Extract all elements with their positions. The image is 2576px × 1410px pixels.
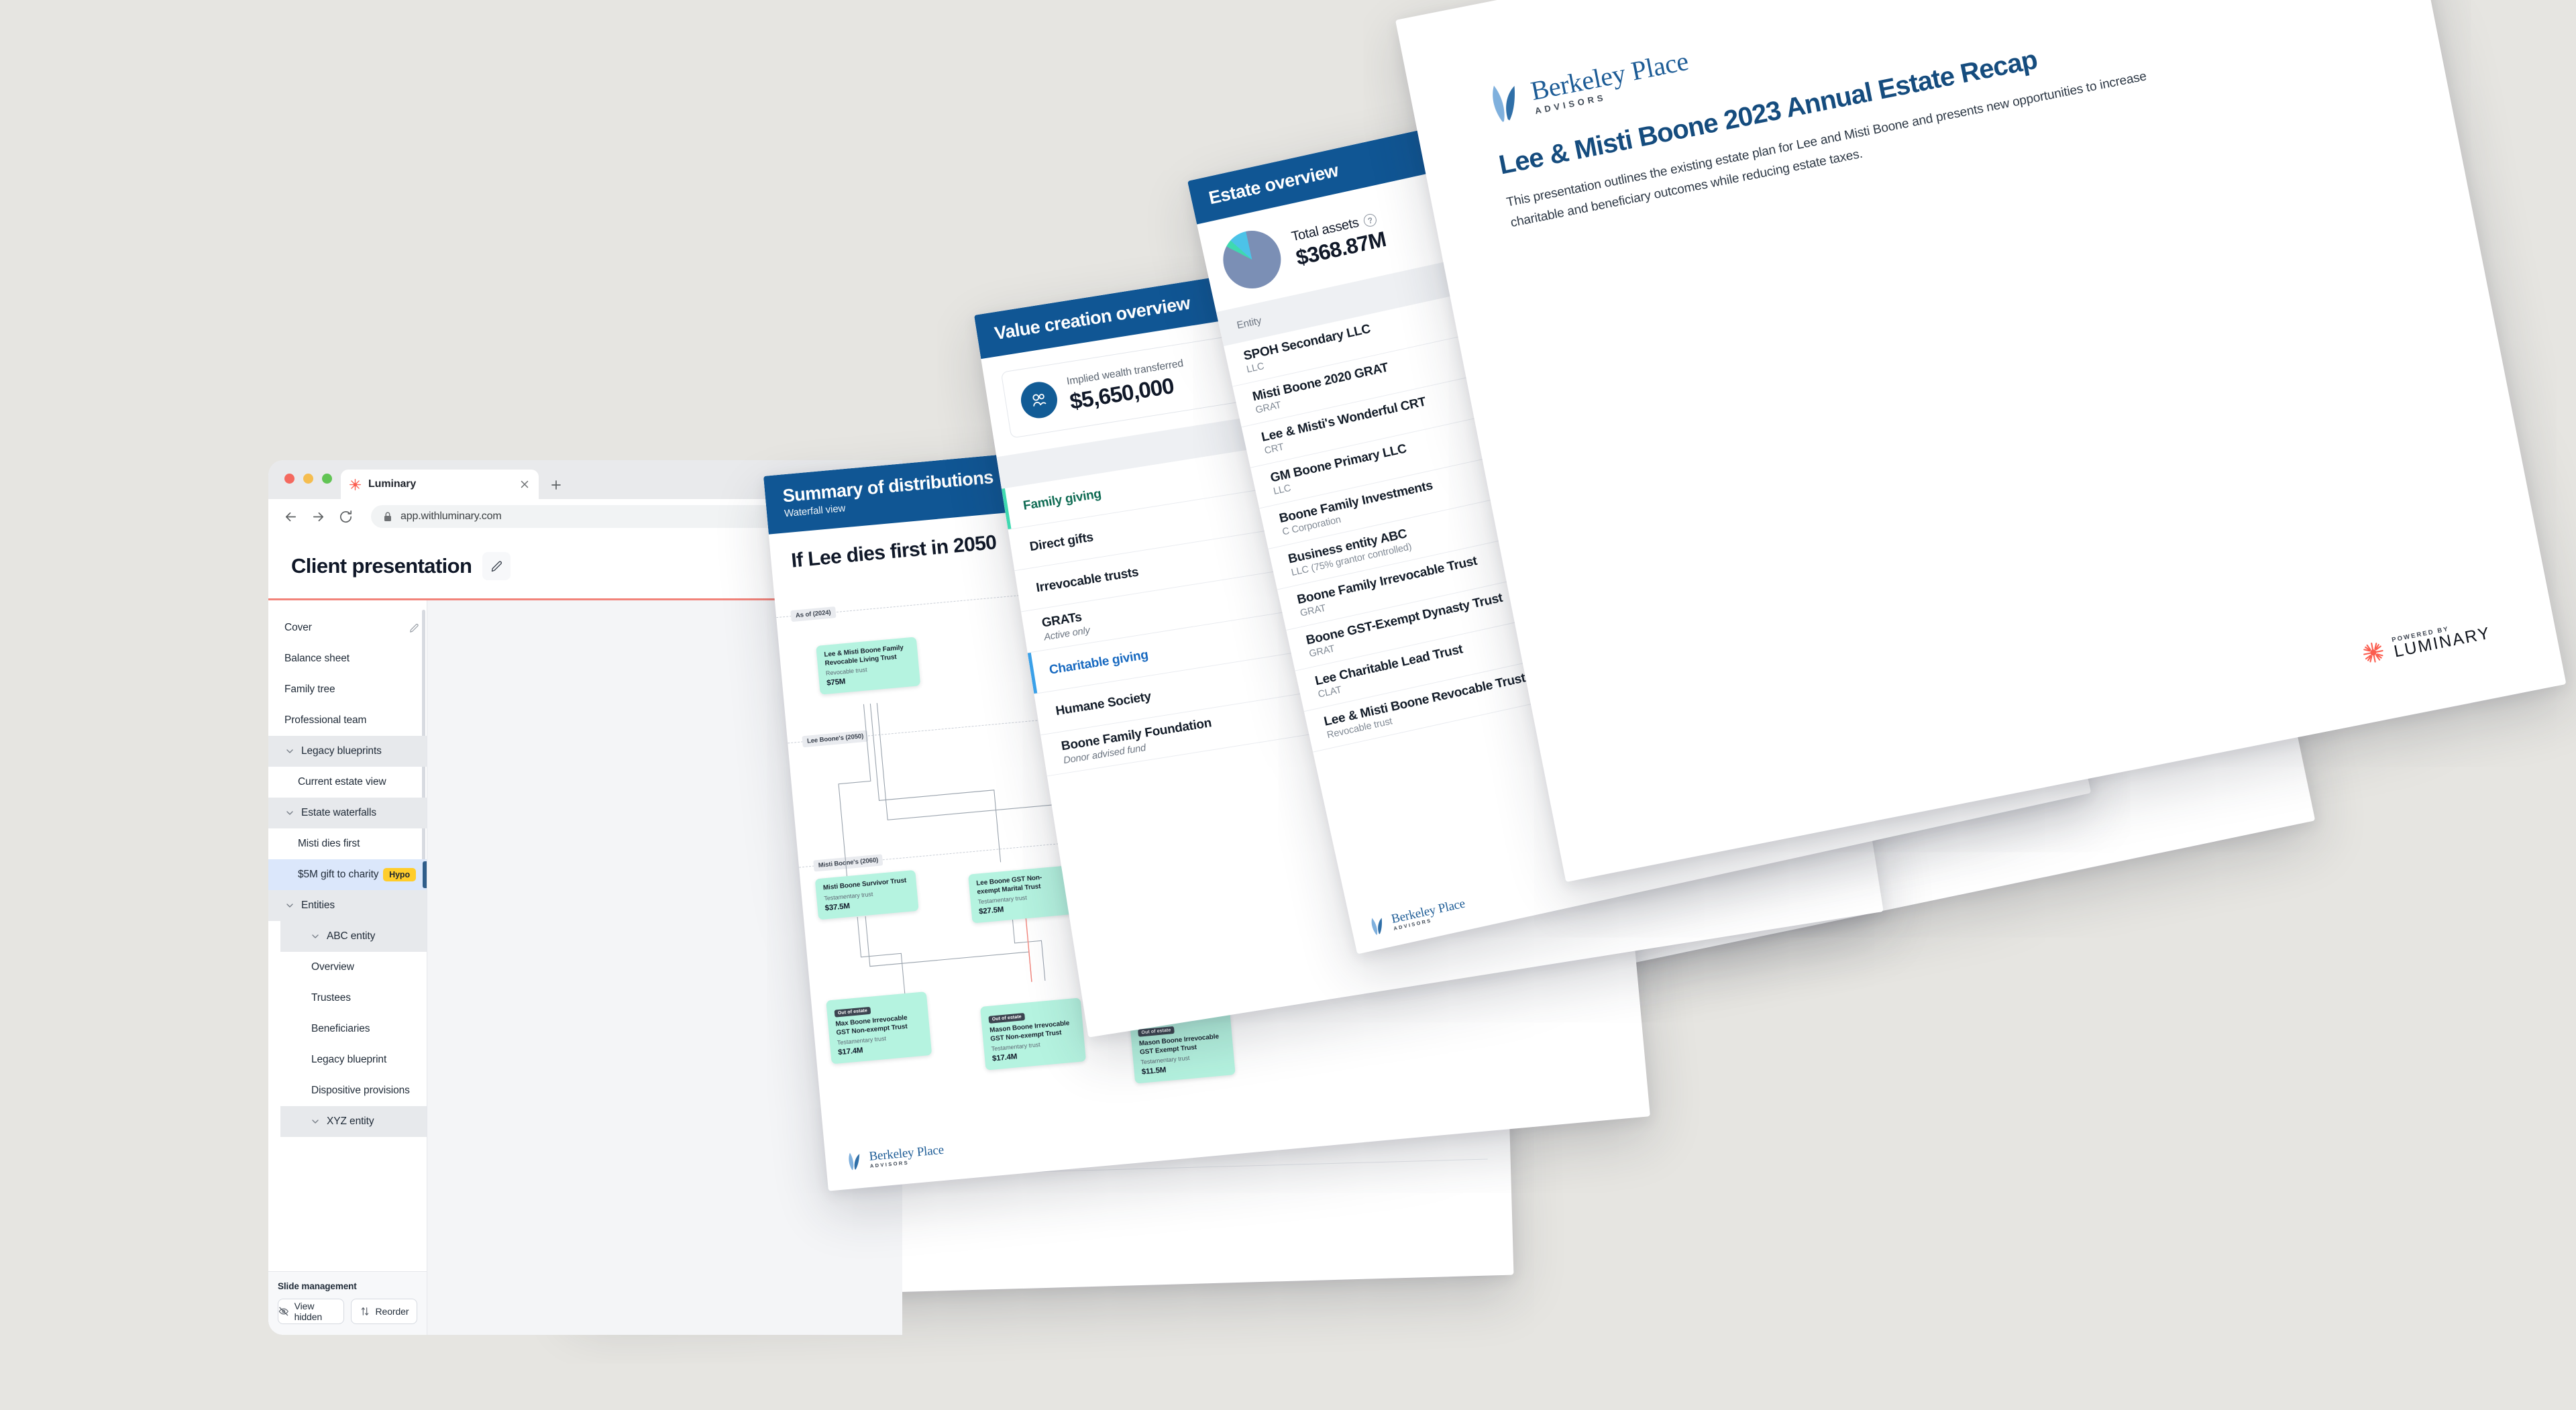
- sidebar-item-label: Estate waterfalls: [301, 807, 377, 818]
- sidebar-item-label: Balance sheet: [284, 653, 350, 664]
- sidebar-item-entities[interactable]: Entities: [268, 890, 427, 921]
- status-badge: Hypo: [383, 868, 416, 881]
- sidebar-item-professional-team[interactable]: Professional team: [268, 705, 427, 736]
- view-hidden-label: View hidden: [294, 1301, 323, 1322]
- close-window-button[interactable]: [284, 474, 294, 484]
- leaf-icon: [849, 1152, 860, 1171]
- berkeley-place-logo: Berkeley Place ADVISORS: [845, 1143, 945, 1172]
- leaf-icon: [1371, 918, 1382, 935]
- sidebar-item-label: Cover: [284, 622, 312, 633]
- sidebar-item-beneficiaries[interactable]: Beneficiaries: [268, 1014, 427, 1044]
- sidebar-item-current-estate-view[interactable]: Current estate view: [268, 767, 427, 798]
- powered-by-luminary-badge: POWERED BY LUMINARY: [2359, 618, 2492, 667]
- window-controls[interactable]: [284, 474, 332, 484]
- luminary-starburst-icon: [350, 478, 361, 490]
- pencil-icon: [491, 561, 502, 572]
- sidebar-item-legacy-blueprint[interactable]: Legacy blueprint: [268, 1044, 427, 1075]
- cover-body: Berkeley Place ADVISORS Lee & Misti Boon…: [1395, 0, 2566, 882]
- reload-icon[interactable]: [338, 509, 354, 525]
- sidebar-item-misti-dies-first[interactable]: Misti dies first: [268, 828, 427, 859]
- maximize-window-button[interactable]: [322, 474, 332, 484]
- sidebar-item-label: Dispositive provisions: [311, 1085, 410, 1096]
- help-icon[interactable]: ?: [1362, 213, 1378, 229]
- sidebar-item-label: Misti dies first: [298, 838, 360, 849]
- berkeley-place-logo: Berkeley Place ADVISORS: [1367, 897, 1468, 938]
- chevron-down-icon: [286, 904, 293, 908]
- sidebar-item-label: Family tree: [284, 684, 335, 695]
- screenshot-stage: GST non-exempt Out of estate $1,050,000 …: [0, 0, 2576, 1410]
- diagram-node[interactable]: Out of estate Mason Boone Irrevocable GS…: [980, 997, 1087, 1071]
- chevron-down-icon: [286, 811, 293, 815]
- chevron-down-icon: [312, 1120, 319, 1124]
- luminary-starburst-icon: [2363, 643, 2383, 663]
- page-title: Client presentation: [291, 554, 472, 578]
- browser-tab[interactable]: Luminary: [341, 470, 539, 499]
- new-tab-icon[interactable]: [549, 478, 563, 492]
- sidebar-item-xyz-entity[interactable]: XYZ entity: [280, 1106, 427, 1137]
- reorder-label: Reorder: [375, 1306, 409, 1317]
- back-icon[interactable]: [283, 509, 299, 525]
- sidebar-item-trustees[interactable]: Trustees: [268, 983, 427, 1014]
- sidebar-item-label: Beneficiaries: [311, 1023, 370, 1034]
- sidebar-item-label: Trustees: [311, 992, 351, 1004]
- asset-allocation-pie-chart: [1218, 225, 1287, 294]
- sidebar-item-label: XYZ entity: [327, 1116, 374, 1127]
- sidebar-item-abc-entity[interactable]: ABC entity: [280, 921, 427, 952]
- url-text: app.withluminary.com: [400, 510, 502, 522]
- sidebar-item-cover[interactable]: Cover: [268, 612, 427, 643]
- diagram-node[interactable]: Lee & Misti Boone Family Revocable Livin…: [816, 637, 921, 695]
- reorder-button[interactable]: Reorder: [351, 1299, 417, 1324]
- edit-title-button[interactable]: [482, 552, 511, 580]
- sidebar-item-5m-gift-to-charity[interactable]: $5M gift to charity Hypo: [268, 859, 427, 890]
- diagram-node[interactable]: Lee Boone GST Non-exempt Marital Trust T…: [968, 865, 1073, 924]
- sidebar-item-label: Current estate view: [298, 776, 386, 788]
- slide-footer: Berkeley Place ADVISORS: [845, 1143, 945, 1172]
- node-tag: Out of estate: [988, 1013, 1026, 1024]
- eye-off-icon: [278, 1307, 289, 1316]
- sidebar-item-label: ABC entity: [327, 930, 376, 942]
- minimize-window-button[interactable]: [303, 474, 313, 484]
- sort-updown-icon: [361, 1307, 368, 1315]
- sidebar-item-label: Entities: [301, 900, 335, 911]
- sidebar-item-balance-sheet[interactable]: Balance sheet: [268, 643, 427, 674]
- forward-icon[interactable]: [311, 509, 326, 525]
- sidebar-item-estate-waterfalls[interactable]: Estate waterfalls: [268, 798, 427, 828]
- browser-tab-title: Luminary: [368, 478, 417, 490]
- slide-management-title: Slide management: [278, 1281, 357, 1291]
- sidebar-item-overview[interactable]: Overview: [268, 952, 427, 983]
- sidebar-item-label: Legacy blueprints: [301, 745, 382, 757]
- slide-cover[interactable]: Berkeley Place ADVISORS Lee & Misti Boon…: [1395, 0, 2567, 883]
- chevron-down-icon: [286, 749, 293, 753]
- diagram-node[interactable]: Out of estate Max Boone Irrevocable GST …: [826, 991, 932, 1065]
- close-tab-icon[interactable]: [519, 478, 531, 490]
- chevron-down-icon: [312, 934, 319, 938]
- pencil-icon[interactable]: [409, 622, 420, 634]
- sidebar-item-label: $5M gift to charity: [298, 869, 379, 880]
- view-hidden-button[interactable]: View hidden: [278, 1299, 344, 1324]
- slide-management-panel: Slide management View hidden Reorder: [268, 1271, 427, 1335]
- sidebar-item-label: Legacy blueprint: [311, 1054, 387, 1065]
- sidebar: Cover Balance sheet Family tree Professi…: [268, 600, 427, 1335]
- sidebar-item-label: Professional team: [284, 714, 367, 726]
- sidebar-item-legacy-blueprints[interactable]: Legacy blueprints: [268, 736, 427, 767]
- sidebar-item-label: Overview: [311, 961, 354, 973]
- sidebar-nav: Cover Balance sheet Family tree Professi…: [268, 600, 427, 1271]
- node-tag: Out of estate: [834, 1007, 871, 1018]
- transfer-icon: [1018, 379, 1060, 421]
- sidebar-item-family-tree[interactable]: Family tree: [268, 674, 427, 705]
- leaf-icon: [1493, 85, 1515, 122]
- slide-footer: Berkeley Place ADVISORS: [1367, 897, 1468, 938]
- lock-icon: [384, 512, 391, 521]
- sidebar-item-dispositive-provisions[interactable]: Dispositive provisions: [268, 1075, 427, 1106]
